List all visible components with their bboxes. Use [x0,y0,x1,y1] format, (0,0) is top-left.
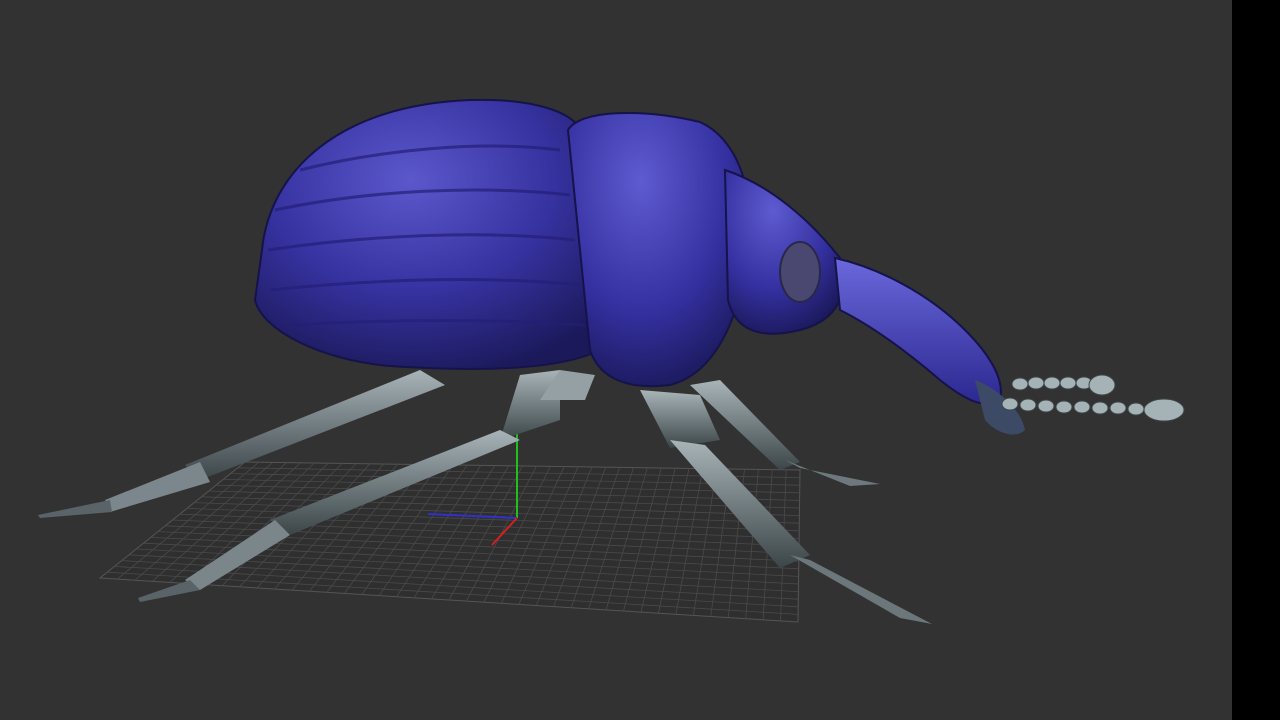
app-window [0,0,1280,720]
beetle-abdomen [253,98,602,370]
right-black-bar [1232,0,1280,720]
beetle-eye [779,241,821,303]
beetle-antenna-upper [1011,374,1116,396]
beetle-antenna-lower [1001,397,1185,422]
beetle-thorax [566,112,751,388]
viewport-canvas[interactable] [0,0,1232,720]
3d-viewport[interactable] [0,0,1232,720]
ground-grid [98,461,801,623]
beetle-head [723,168,845,335]
beetle-snout [833,256,1025,435]
